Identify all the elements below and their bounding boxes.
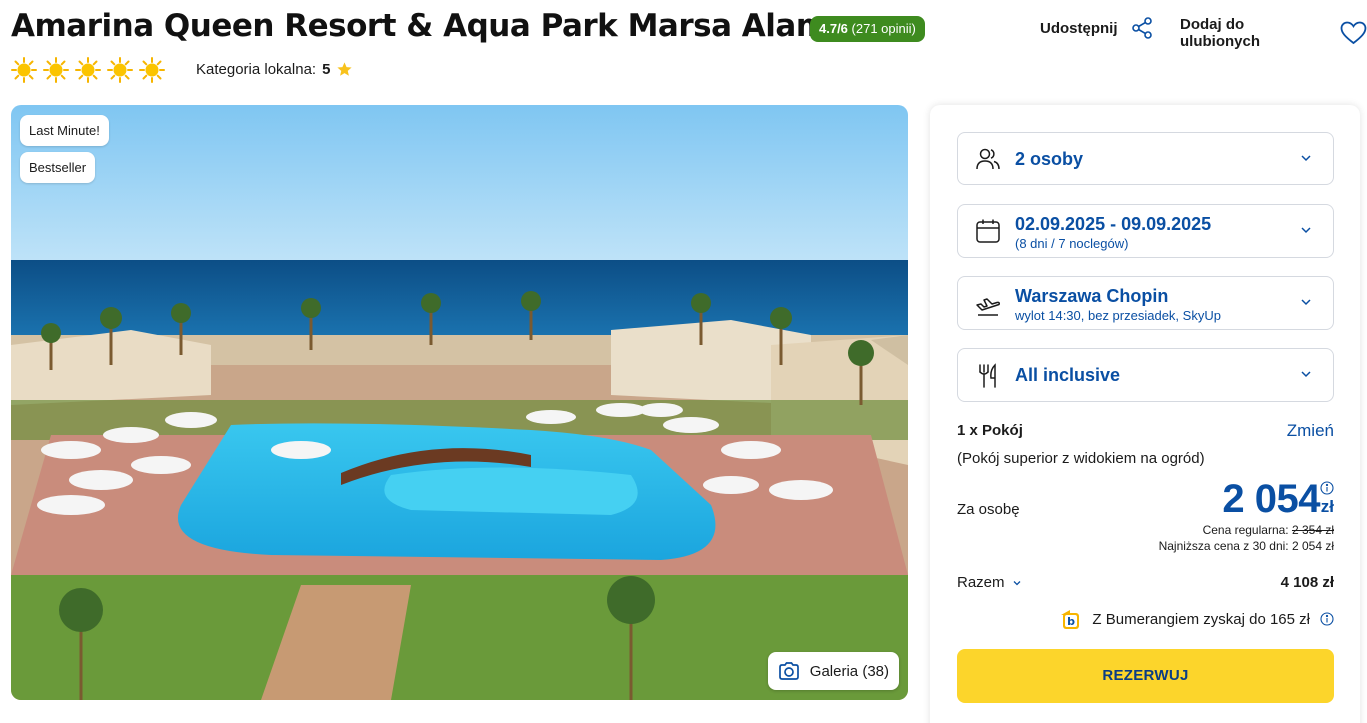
chevron-down-icon xyxy=(1013,580,1020,585)
board-value: All inclusive xyxy=(1015,365,1121,385)
bumerang-info: b Z Bumerangiem zyskaj do 165 zł xyxy=(1058,607,1334,631)
chevron-down-icon xyxy=(1301,227,1311,234)
share-label: Udostępnij xyxy=(1040,19,1118,37)
local-category: Kategoria lokalna: 5 xyxy=(196,61,353,78)
resort-photo xyxy=(11,105,908,700)
total-value: 4 108 zł xyxy=(1280,574,1334,591)
departure-value: Warszawa Chopin xyxy=(1015,286,1169,306)
total-label: Razem xyxy=(957,574,1005,591)
price-currency: zł xyxy=(1320,497,1334,516)
regular-price-value: 2 354 zł xyxy=(1291,523,1334,537)
rating-score: 4.7/6 xyxy=(819,21,848,36)
departure-sub: wylot 14:30, bez przesiadek, SkyUp xyxy=(1015,308,1221,323)
price-per-person: 2 054 xyxy=(1222,477,1320,521)
departure-select[interactable]: Warszawa Chopin wylot 14:30, bez przesia… xyxy=(957,276,1334,330)
total-toggle[interactable]: Razem xyxy=(957,574,1022,591)
per-person-label: Za osobę xyxy=(957,501,1020,518)
chevron-down-icon xyxy=(1301,299,1311,306)
change-room-link[interactable]: Zmień xyxy=(1287,421,1334,441)
people-icon xyxy=(976,148,1000,170)
info-icon[interactable] xyxy=(1320,612,1334,626)
local-category-value: 5 xyxy=(322,61,331,78)
chevron-down-icon xyxy=(1301,155,1311,162)
heart-icon xyxy=(1340,21,1367,45)
favorites-label: Dodaj do ulubionych xyxy=(1180,16,1260,50)
sun-icon xyxy=(107,57,133,83)
svg-text:b: b xyxy=(1067,615,1075,628)
cutlery-icon xyxy=(979,363,996,388)
airplane-icon xyxy=(976,298,1000,316)
bumerang-text: Z Bumerangiem zyskaj do 165 zł xyxy=(1092,610,1310,628)
bumerang-logo-icon: b xyxy=(1061,610,1080,629)
room-count: 1 x Pokój xyxy=(957,422,1023,439)
persons-value: 2 osoby xyxy=(1015,149,1084,169)
persons-select[interactable]: 2 osoby xyxy=(957,132,1334,185)
chevron-down-icon xyxy=(1301,371,1311,378)
share-button[interactable]: Udostępnij xyxy=(1040,16,1154,40)
dates-sub: (8 dni / 7 noclegów) xyxy=(1015,236,1129,251)
dates-value: 02.09.2025 - 09.09.2025 xyxy=(1015,214,1212,234)
dates-select[interactable]: 02.09.2025 - 09.09.2025 (8 dni / 7 nocle… xyxy=(957,204,1334,258)
star-icon xyxy=(337,62,353,76)
local-category-label: Kategoria lokalna: xyxy=(196,61,317,78)
tag-bestseller: Bestseller xyxy=(20,152,96,183)
booking-card: 2 osoby 02.09.2025 - 09.09.2025 (8 dni /… xyxy=(930,105,1360,723)
calendar-icon xyxy=(976,219,1000,243)
hotel-photo[interactable]: Last Minute! Bestseller Galeria (38) xyxy=(11,105,908,700)
camera-icon xyxy=(778,662,799,680)
regular-price: Cena regularna: 2 354 zł xyxy=(1203,523,1334,537)
add-to-favorites-button[interactable]: Dodaj do ulubionych xyxy=(1180,16,1367,50)
gallery-label: Galeria (38) xyxy=(809,662,889,680)
hotel-title: Amarina Queen Resort & Aqua Park Marsa A… xyxy=(11,8,828,44)
rating-count: (271 opinii) xyxy=(851,21,916,36)
gallery-button[interactable]: Galeria (38) xyxy=(767,652,899,690)
rating-badge[interactable]: 4.7/6 (271 opinii) xyxy=(810,16,925,42)
room-description: (Pokój superior z widokiem na ogród) xyxy=(957,450,1205,467)
sun-icon xyxy=(11,57,37,83)
tag-last-minute: Last Minute! xyxy=(20,115,109,146)
sun-rating xyxy=(11,57,165,83)
sun-icon xyxy=(43,57,69,83)
book-button[interactable]: REZERWUJ xyxy=(957,649,1334,703)
regular-price-label: Cena regularna: xyxy=(1202,523,1289,537)
share-icon xyxy=(1131,17,1152,39)
info-icon[interactable] xyxy=(1320,481,1334,495)
board-select[interactable]: All inclusive xyxy=(957,348,1334,402)
sun-icon xyxy=(139,57,165,83)
lowest-price-30-days: Najniższa cena z 30 dni: 2 054 zł xyxy=(1158,539,1334,553)
sun-icon xyxy=(75,57,101,83)
